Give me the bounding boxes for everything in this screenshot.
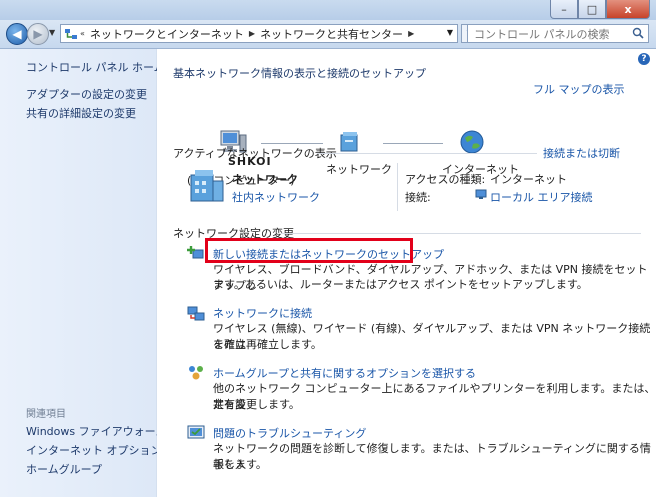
address-dropdown-icon[interactable]: ▼ <box>447 28 453 37</box>
task-homegroup-desc-2: 定を変更します。 <box>213 398 300 411</box>
new-connection-icon <box>187 246 204 259</box>
network-icon[interactable] <box>337 129 363 155</box>
access-type-value: インターネット <box>490 173 567 186</box>
map-connector-line <box>383 143 443 144</box>
title-bar: – □ x <box>0 0 656 20</box>
full-map-link[interactable]: フル マップの表示 <box>533 81 625 97</box>
main-content: ? 基本ネットワーク情報の表示と接続のセットアップ フル マップの表示 SHKO… <box>157 49 656 497</box>
globe-icon[interactable] <box>459 129 485 155</box>
access-type-label: アクセスの種類: <box>405 173 486 186</box>
page-title: 基本ネットワーク情報の表示と接続のセットアップ <box>173 67 426 80</box>
breadcrumb-network-internet[interactable]: ネットワークとインターネット <box>87 26 247 42</box>
task-new-connection-desc-2: ます。あるいは、ルーターまたはアクセス ポイントをセットアップします。 <box>213 278 588 291</box>
task-connect-network-desc-2: または再確立します。 <box>213 338 322 351</box>
connect-disconnect-link[interactable]: 接続または切断 <box>543 145 620 161</box>
connection-label: 接続: <box>405 191 431 204</box>
breadcrumb-overflow[interactable]: « <box>78 29 87 38</box>
network-type-link[interactable]: 社内ネットワーク <box>232 189 320 205</box>
minimize-button[interactable]: – <box>550 0 578 19</box>
local-area-connection-link[interactable]: ローカル エリア接続 <box>490 189 593 205</box>
sidebar-homegroup-link[interactable]: ホームグループ <box>26 461 102 477</box>
back-button[interactable]: ◀ <box>6 23 28 45</box>
vertical-divider <box>397 163 398 211</box>
map-connector-line <box>261 143 323 144</box>
task-homegroup-link[interactable]: ホームグループと共有に関するオプションを選択する <box>213 365 476 381</box>
active-networks-heading: アクティブなネットワークの表示 <box>173 147 337 160</box>
sidebar: コントロール パネル ホーム アダプターの設定の変更 共有の詳細設定の変更 関連… <box>0 49 167 497</box>
close-button[interactable]: x <box>606 0 650 19</box>
section-divider <box>317 153 537 154</box>
troubleshoot-icon <box>187 425 205 439</box>
breadcrumb-sharing-center[interactable]: ネットワークと共有センター <box>257 26 406 42</box>
search-icon[interactable] <box>632 27 644 39</box>
sidebar-advanced-sharing-link[interactable]: 共有の詳細設定の変更 <box>26 105 136 121</box>
breadcrumb-separator-icon[interactable]: ▶ <box>247 29 257 38</box>
homegroup-icon <box>189 366 203 380</box>
network-name: ネットワーク <box>232 173 298 186</box>
navigation-bar: ◀ ▶ ▼ « ネットワークとインターネット ▶ ネットワークと共有センター ▶… <box>0 20 656 49</box>
task-troubleshoot-link[interactable]: 問題のトラブルシューティング <box>213 425 366 441</box>
connect-network-icon <box>187 306 205 321</box>
breadcrumb-separator-icon[interactable]: ▶ <box>406 29 416 38</box>
network-label: ネットワーク <box>326 163 392 176</box>
search-box[interactable] <box>467 24 649 43</box>
network-building-icon <box>190 170 224 202</box>
task-troubleshoot-desc-2: 手します。 <box>213 458 267 471</box>
highlight-box <box>205 238 413 263</box>
section-divider <box>281 233 641 234</box>
sidebar-firewall-link[interactable]: Windows ファイアウォール <box>26 423 167 439</box>
task-troubleshoot-desc-1: ネットワークの問題を診断して修復します。または、トラブルシューティングに関する情… <box>213 442 651 471</box>
window-controls: – □ x <box>550 0 650 19</box>
help-icon[interactable]: ? <box>638 53 650 65</box>
address-bar[interactable]: « ネットワークとインターネット ▶ ネットワークと共有センター ▶ ▼ <box>60 24 458 43</box>
network-folder-icon <box>65 28 77 39</box>
sidebar-related-heading: 関連項目 <box>26 409 66 420</box>
forward-button[interactable]: ▶ <box>27 23 49 45</box>
sidebar-home-link[interactable]: コントロール パネル ホーム <box>26 59 165 75</box>
history-dropdown-icon[interactable]: ▼ <box>49 28 55 37</box>
sidebar-adapter-settings-link[interactable]: アダプターの設定の変更 <box>26 86 147 102</box>
sidebar-internet-options-link[interactable]: インターネット オプション <box>26 442 162 458</box>
task-connect-network-link[interactable]: ネットワークに接続 <box>213 305 312 321</box>
maximize-button[interactable]: □ <box>578 0 606 19</box>
lan-connection-icon <box>475 189 487 199</box>
search-input[interactable] <box>472 26 626 43</box>
